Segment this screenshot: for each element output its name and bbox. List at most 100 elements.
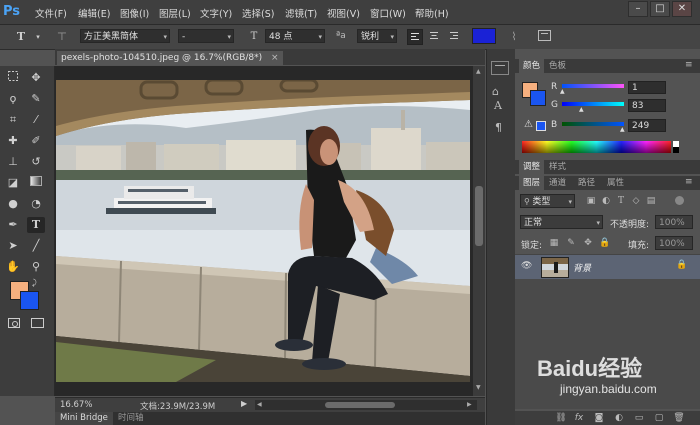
menu-image[interactable]: 图像(I)	[120, 6, 149, 20]
brush-tool-icon[interactable]: ✐	[27, 133, 45, 149]
horizontal-scroll-thumb[interactable]	[325, 402, 395, 408]
new-adjustment-icon[interactable]: ◐	[613, 412, 625, 424]
type-tool-icon[interactable]: T	[14, 30, 28, 44]
green-slider-handle-icon[interactable]: ▲	[579, 106, 584, 113]
font-style-select[interactable]: - ▾	[178, 29, 234, 43]
green-slider[interactable]	[562, 102, 624, 106]
background-color-swatch[interactable]	[530, 90, 546, 106]
marquee-tool-icon[interactable]	[4, 70, 22, 86]
new-group-icon[interactable]: ▭	[633, 412, 645, 424]
scroll-right-icon[interactable]: ▶	[467, 401, 472, 408]
tab-paths[interactable]: 路径	[574, 176, 599, 190]
visibility-eye-icon[interactable]: 👁	[521, 261, 532, 271]
menu-layer[interactable]: 图层(L)	[159, 6, 191, 20]
clone-stamp-tool-icon[interactable]: ⊥	[4, 154, 22, 170]
move-tool-icon[interactable]: ✥	[27, 70, 45, 86]
gradient-tool-icon[interactable]	[27, 175, 45, 191]
actions-icon[interactable]: ⌂	[492, 85, 499, 98]
tab-adjustments[interactable]: 调整	[519, 160, 545, 174]
blue-slider[interactable]	[562, 122, 624, 126]
crop-tool-icon[interactable]: ⌗	[4, 112, 22, 128]
minimize-button[interactable]: –	[628, 1, 648, 17]
align-left-button[interactable]	[407, 29, 423, 45]
eraser-tool-icon[interactable]: ◪	[4, 175, 22, 191]
zoom-tool-icon[interactable]: ⚲	[27, 259, 45, 275]
filter-smart-object-icon[interactable]: ▤	[645, 195, 657, 207]
filter-adjustment-icon[interactable]: ◐	[600, 195, 612, 207]
menu-file[interactable]: 文件(F)	[35, 6, 67, 20]
lock-transparent-icon[interactable]: ▦	[548, 237, 560, 249]
menu-view[interactable]: 视图(V)	[327, 6, 360, 20]
panel-menu-icon[interactable]: ≡	[685, 60, 693, 70]
blue-slider-handle-icon[interactable]: ▲	[620, 126, 625, 133]
color-spectrum[interactable]	[522, 141, 671, 153]
line-tool-icon[interactable]: ╱	[27, 238, 45, 254]
link-layers-icon[interactable]: ⛓	[555, 412, 567, 424]
warp-text-icon[interactable]: ⌇	[507, 30, 521, 44]
green-value-input[interactable]: 83	[628, 99, 666, 112]
eyedropper-tool-icon[interactable]: ⁄	[27, 112, 45, 128]
add-mask-icon[interactable]: ◙	[593, 412, 605, 424]
filter-shape-icon[interactable]: ◇	[630, 195, 642, 207]
red-slider[interactable]	[562, 84, 624, 88]
blend-mode-select[interactable]: 正常 ▾	[520, 215, 603, 229]
document-image[interactable]	[56, 80, 470, 382]
layer-name[interactable]: 背景	[573, 261, 591, 274]
status-menu-arrow-icon[interactable]: ▶	[241, 399, 247, 408]
delete-layer-icon[interactable]: 🗑	[673, 412, 685, 424]
lock-position-icon[interactable]: ✥	[582, 237, 594, 249]
tab-color[interactable]: 颜色	[519, 59, 545, 73]
menu-filter[interactable]: 滤镜(T)	[285, 6, 317, 20]
close-button[interactable]: ✕	[672, 1, 692, 17]
red-slider-handle-icon[interactable]: ▲	[560, 88, 565, 95]
layer-style-icon[interactable]: fx	[573, 412, 585, 424]
spectrum-black[interactable]	[673, 147, 679, 153]
lock-all-icon[interactable]: 🔒	[599, 237, 611, 249]
tab-channels[interactable]: 通道	[545, 176, 570, 190]
tab-styles[interactable]: 样式	[545, 160, 570, 174]
text-color-swatch[interactable]	[472, 28, 496, 44]
vertical-scrollbar[interactable]: ▲ ▼	[473, 66, 485, 396]
align-center-button[interactable]	[427, 29, 441, 43]
layers-menu-icon[interactable]: ≡	[685, 177, 693, 187]
new-layer-icon[interactable]: ▢	[653, 412, 665, 424]
layer-row[interactable]: 👁 背景 🔒	[515, 254, 700, 280]
history-brush-tool-icon[interactable]: ↺	[27, 154, 45, 170]
web-safe-swatch[interactable]	[536, 121, 546, 131]
scroll-up-icon[interactable]: ▲	[476, 68, 481, 75]
quick-mask-icon[interactable]	[8, 318, 20, 328]
character-icon[interactable]: A	[494, 99, 502, 112]
hand-tool-icon[interactable]: ✋	[4, 259, 22, 275]
fill-input[interactable]: 100%	[655, 236, 693, 250]
tab-layers[interactable]: 图层	[519, 176, 545, 190]
scroll-left-icon[interactable]: ◀	[257, 401, 262, 408]
dodge-tool-icon[interactable]: ◔	[27, 196, 45, 212]
tab-timeline[interactable]: 时间轴	[113, 412, 149, 425]
paragraph-icon[interactable]: ¶	[495, 121, 502, 134]
menu-select[interactable]: 选择(S)	[242, 6, 274, 20]
restore-button[interactable]: □	[650, 1, 670, 17]
antialias-select[interactable]: 锐利 ▾	[357, 29, 397, 43]
background-color-swatch[interactable]	[20, 291, 39, 310]
lock-image-icon[interactable]: ✎	[565, 237, 577, 249]
quick-select-tool-icon[interactable]: ✎	[27, 91, 45, 107]
tab-swatches[interactable]: 色板	[545, 59, 570, 73]
path-selection-tool-icon[interactable]: ➤	[4, 238, 22, 254]
red-value-input[interactable]: 1	[628, 81, 666, 94]
close-tab-icon[interactable]: ×	[271, 53, 279, 63]
document-tab[interactable]: pexels-photo-104510.jpeg @ 16.7%(RGB/8*)…	[57, 51, 283, 65]
scroll-down-icon[interactable]: ▼	[476, 384, 481, 391]
filter-type-icon[interactable]: T	[615, 195, 627, 207]
scroll-thumb[interactable]	[475, 186, 483, 246]
swap-colors-icon[interactable]: ⤸	[32, 278, 37, 288]
lasso-tool-icon[interactable]: ϙ	[4, 91, 22, 107]
screen-mode-icon[interactable]	[31, 318, 44, 328]
character-panel-button[interactable]	[538, 30, 551, 41]
align-right-button[interactable]	[447, 29, 461, 43]
filter-toggle-icon[interactable]	[675, 196, 684, 205]
healing-brush-tool-icon[interactable]: ✚	[4, 133, 22, 149]
type-tool-icon[interactable]: T	[27, 217, 45, 233]
zoom-level[interactable]: 16.67%	[60, 400, 92, 410]
tab-mini-bridge[interactable]: Mini Bridge	[55, 412, 113, 425]
layer-filter-select[interactable]: ⚲ 类型 ▾	[520, 194, 575, 208]
